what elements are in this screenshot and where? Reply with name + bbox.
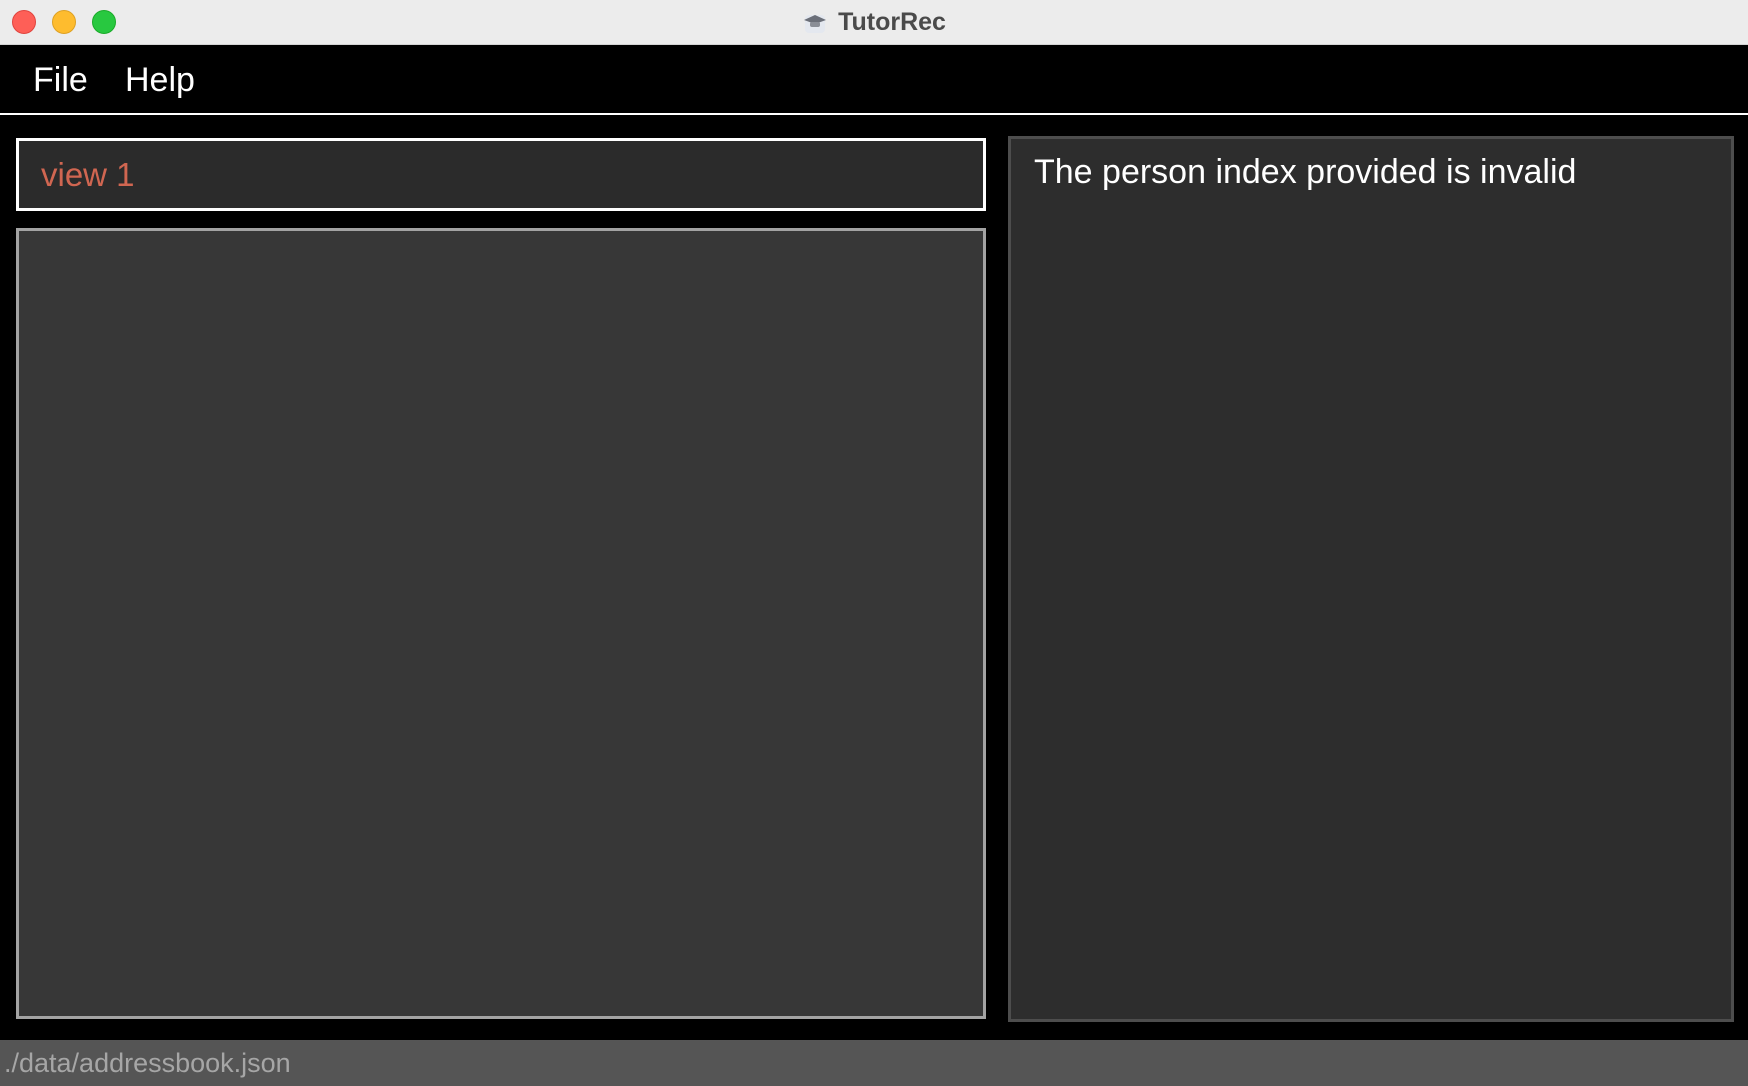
menu-help[interactable]: Help <box>125 61 195 100</box>
person-list-panel[interactable] <box>16 228 986 1019</box>
result-display: The person index provided is invalid <box>1008 136 1734 1022</box>
command-input[interactable] <box>19 141 983 208</box>
command-box <box>16 138 986 211</box>
save-location-text: ./data/addressbook.json <box>4 1048 291 1078</box>
graduation-cap-icon <box>802 9 828 35</box>
status-bar: ./data/addressbook.json <box>0 1040 1748 1086</box>
menu-bar: File Help <box>0 45 1748 115</box>
title-bar: TutorRec <box>0 0 1748 45</box>
window-title: TutorRec <box>838 7 946 36</box>
menu-file[interactable]: File <box>33 61 88 100</box>
app-window: TutorRec File Help The person index prov… <box>0 0 1748 1086</box>
result-message: The person index provided is invalid <box>1034 153 1577 191</box>
window-title-group: TutorRec <box>0 0 1748 44</box>
